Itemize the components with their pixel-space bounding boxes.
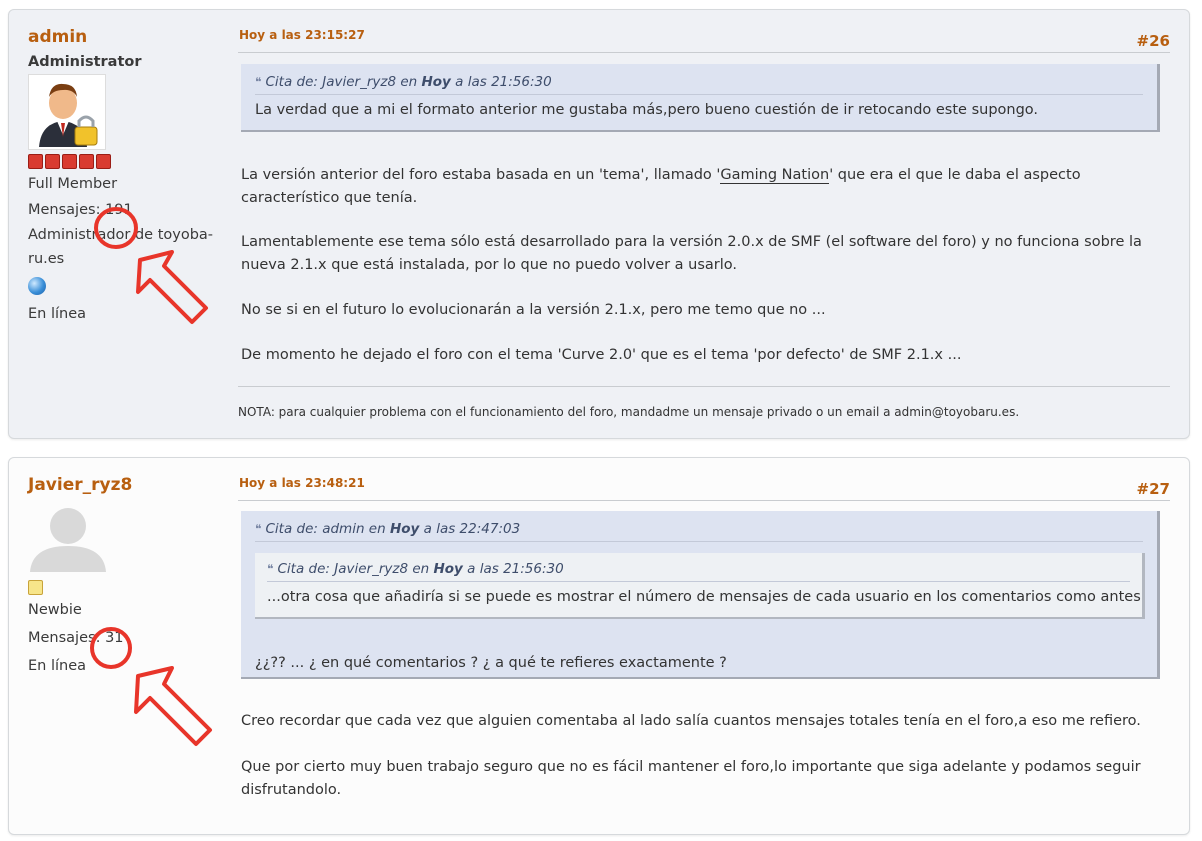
poster-info: admin Administrator Full Member Mensajes… xyxy=(28,26,228,327)
quote-text: ...otra cosa que añadiría si se puede es… xyxy=(267,589,1141,605)
quote-cite[interactable]: Cita de: Javier_ryz8 en xyxy=(277,561,429,577)
default-avatar[interactable] xyxy=(28,504,108,572)
signature: NOTA: para cualquier problema con el fun… xyxy=(238,405,1020,419)
quote-block: ❝ Cita de: admin en Hoy a las 22:47:03 ❝ C… xyxy=(241,511,1160,679)
poster-username[interactable]: Javier_ryz8 xyxy=(28,474,228,496)
default-avatar-icon xyxy=(30,508,106,572)
quote-cite[interactable]: Cita de: admin en xyxy=(265,521,385,537)
post-paragraph: Que por cierto muy buen trabajo seguro q… xyxy=(241,759,1141,798)
quote-header: ❝ Cita de: Javier_ryz8 en Hoy a las 21:56… xyxy=(267,561,1130,582)
post-count-value: 191 xyxy=(105,202,133,218)
forum-post-27: Javier_ryz8 Newbie Mensajes: 31 En línea… xyxy=(8,457,1190,835)
post-paragraph: De momento he dejado el foro con el tema… xyxy=(241,347,962,363)
rank-star-icon xyxy=(28,580,43,595)
post-time[interactable]: Hoy a las 23:48:21 xyxy=(239,476,365,490)
admin-avatar[interactable] xyxy=(28,74,106,150)
signature-divider xyxy=(238,386,1170,387)
custom-title-line1: Administrador de toyoba- xyxy=(28,227,214,243)
quote-time: a las 22:47:03 xyxy=(423,521,521,537)
poster-info: Javier_ryz8 Newbie Mensajes: 31 En línea xyxy=(28,474,228,679)
poster-status: En línea xyxy=(28,658,87,674)
quote-text: La verdad que a mi el formato anterior m… xyxy=(255,102,1039,118)
rank-stars xyxy=(28,580,228,595)
nested-quote-block: ❝ Cita de: Javier_ryz8 en Hoy a las 21:56… xyxy=(255,553,1145,619)
poster-custom-title: Administrador de toyoba-ru.es xyxy=(28,223,228,271)
quote-icon: ❝ xyxy=(255,75,262,89)
rank-star-icon xyxy=(62,154,77,169)
quote-header: ❝ Cita de: Javier_ryz8 en Hoy a las 21:56… xyxy=(255,74,1143,95)
poster-rank: Full Member xyxy=(28,176,118,192)
rank-star-icon xyxy=(45,154,60,169)
quote-time: a las 21:56:30 xyxy=(455,74,552,90)
post-count-value: 31 xyxy=(105,630,124,646)
poster-post-count: Mensajes: 31 xyxy=(28,625,228,651)
p1-before: La versión anterior del foro estaba basa… xyxy=(241,167,721,183)
header-divider xyxy=(238,500,1170,501)
post-time[interactable]: Hoy a las 23:15:27 xyxy=(239,28,365,42)
post-number[interactable]: #27 xyxy=(1137,480,1170,498)
poster-rank: Newbie xyxy=(28,602,82,618)
quote-icon: ❝ xyxy=(267,562,274,576)
quote-time: a las 21:56:30 xyxy=(467,561,564,577)
quote-text: ¿¿?? ... ¿ en qué comentarios ? ¿ a qué … xyxy=(255,655,727,671)
quote-cite[interactable]: Cita de: Javier_ryz8 en xyxy=(265,74,417,90)
quote-header: ❝ Cita de: admin en Hoy a las 22:47:03 xyxy=(255,521,1143,542)
post-count-label: Mensajes: xyxy=(28,630,101,646)
header-divider xyxy=(238,52,1170,53)
forum-post-26: admin Administrator Full Member Mensajes… xyxy=(8,9,1190,439)
quote-day: Hoy xyxy=(433,561,463,577)
post-paragraph: Lamentablemente ese tema sólo está desar… xyxy=(241,234,1142,273)
post-body: Hoy a las 23:15:27 #26 ❝ Cita de: Javier_… xyxy=(238,10,1170,438)
rank-star-icon xyxy=(28,154,43,169)
post-number[interactable]: #26 xyxy=(1137,32,1170,50)
quote-day: Hoy xyxy=(389,521,420,537)
poster-username[interactable]: admin xyxy=(28,26,228,48)
admin-avatar-icon xyxy=(39,83,98,147)
post-body: Hoy a las 23:48:21 #27 ❝ Cita de: admin e… xyxy=(238,458,1170,834)
poster-group: Administrator xyxy=(28,54,142,70)
quote-icon: ❝ xyxy=(255,522,262,536)
post-paragraph: Creo recordar que cada vez que alguien c… xyxy=(241,713,1141,729)
globe-online-icon xyxy=(28,277,46,295)
poster-post-count: Mensajes: 191 xyxy=(28,197,228,223)
rank-star-icon xyxy=(79,154,94,169)
post-paragraph: No se si en el futuro lo evolucionarán a… xyxy=(241,302,826,318)
post-count-label: Mensajes: xyxy=(28,202,101,218)
rank-star-icon xyxy=(96,154,111,169)
poster-status: En línea xyxy=(28,306,87,322)
rank-stars xyxy=(28,154,228,169)
post-paragraph: La versión anterior del foro estaba basa… xyxy=(241,164,1170,210)
quote-block: ❝ Cita de: Javier_ryz8 en Hoy a las 21:56… xyxy=(241,64,1160,132)
quote-day: Hoy xyxy=(421,74,451,90)
gaming-nation-link[interactable]: Gaming Nation xyxy=(720,167,830,184)
custom-title-line2: ru.es xyxy=(28,251,65,267)
